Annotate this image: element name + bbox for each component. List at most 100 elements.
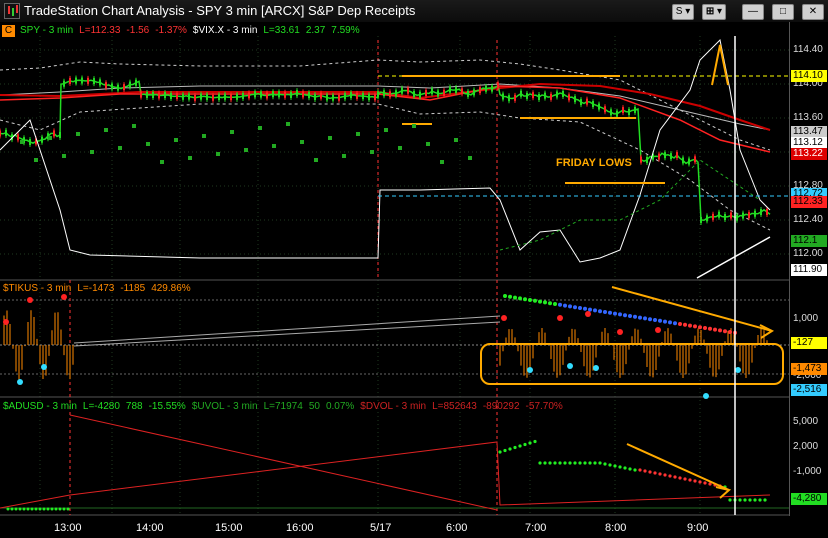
tick-dot	[683, 322, 687, 327]
tick-high-marker	[501, 315, 507, 321]
candle-body	[302, 91, 304, 98]
candle-body	[682, 157, 684, 164]
panel3-legend-item: $DVOL - 3 min	[360, 401, 427, 412]
candle-body	[688, 158, 690, 165]
candle-body	[401, 87, 403, 94]
candle-body	[419, 91, 421, 98]
maximize-button[interactable]: □	[772, 4, 794, 20]
adusd-dot	[593, 461, 597, 465]
tick-dot	[693, 324, 697, 329]
candle-body	[218, 94, 220, 101]
panel2-legend-item: L=-1473	[77, 283, 115, 294]
candle-body	[75, 77, 77, 84]
candle-body	[308, 92, 310, 99]
tick-last-label: -2,516	[791, 384, 827, 396]
adusd-dot	[42, 507, 46, 511]
signal-dot	[132, 124, 136, 128]
signal-dot	[90, 150, 94, 154]
signal-dot	[286, 122, 290, 126]
tick-dot	[553, 302, 557, 306]
time-axis-label: 6:00	[446, 522, 468, 534]
candle-body	[59, 132, 61, 139]
workspace-link-button[interactable]: ⊞ ▾	[702, 4, 726, 20]
chart-badge[interactable]: C	[2, 25, 15, 37]
tick-low-marker	[17, 379, 23, 385]
price-tick-label: 112.40	[793, 214, 823, 225]
symbol-link-button[interactable]: S ▾	[672, 4, 694, 20]
candle-body	[63, 80, 65, 87]
adusd-dot	[58, 507, 62, 511]
tick-dot	[513, 295, 517, 300]
candle-body	[374, 94, 376, 101]
candle-body	[93, 78, 95, 85]
adusd-dot	[503, 448, 507, 453]
adusd-dot	[583, 461, 587, 465]
tick-dot	[518, 296, 522, 301]
candle-body	[41, 136, 43, 143]
time-axis-label: 8:00	[605, 522, 627, 534]
price-tick-label: 113.60	[793, 112, 823, 123]
adusd-dot	[10, 507, 14, 511]
tick-dot	[643, 316, 647, 321]
tick-dot	[673, 321, 677, 326]
chart-canvas[interactable]	[0, 22, 789, 516]
tick-low-marker	[41, 364, 47, 370]
panel3-legend-item: $ADUSD - 3 min	[3, 401, 77, 412]
minimize-button[interactable]: —	[742, 4, 764, 20]
candle-body	[407, 87, 409, 94]
panel3-legend: $ADUSD - 3 min L=-4280 788 -15.55% $UVOL - 3…	[3, 401, 569, 412]
adusd-dot	[683, 477, 687, 481]
signal-dot	[104, 128, 108, 132]
tick-dot	[618, 312, 622, 317]
panel1-legend-item: -1.56	[126, 25, 150, 36]
symbol-link-label: S	[675, 6, 683, 17]
candle-body	[622, 107, 624, 114]
close-button[interactable]: ✕	[802, 4, 824, 20]
signal-dot	[76, 132, 80, 136]
tick-axis-label: 1,000	[793, 313, 819, 324]
adusd-dot	[513, 445, 517, 450]
candle-body	[712, 213, 714, 220]
adusd-dot	[633, 468, 637, 472]
panel3-legend-item: L=-4280	[82, 401, 120, 412]
candle-body	[158, 92, 160, 99]
signal-dot	[202, 134, 206, 138]
candle-body	[514, 94, 516, 101]
price-tick-label: 112.00	[793, 248, 823, 259]
candle-body	[200, 93, 202, 100]
candle-body	[610, 109, 612, 116]
candle-body	[437, 90, 439, 97]
candle-body	[491, 85, 493, 92]
candle-body	[296, 90, 298, 97]
tick-dot	[613, 311, 617, 316]
panel1-legend-item: $VIX.X - 3 min	[192, 25, 258, 36]
panel3-legend-item: 788	[125, 401, 143, 412]
candle-body	[628, 108, 630, 115]
adusd-dot	[558, 461, 562, 465]
adusd-dot	[688, 478, 692, 482]
candle-body	[290, 91, 292, 98]
candle-body	[326, 94, 328, 101]
candle-body	[754, 210, 756, 217]
panel3-legend-item: -15.55%	[148, 401, 186, 412]
tick-dot	[538, 299, 542, 304]
price-label: 112.33	[791, 196, 827, 208]
candle-body	[182, 93, 184, 100]
tick-dot	[653, 318, 657, 322]
candle-body	[105, 82, 107, 89]
candle-body	[395, 90, 397, 97]
panel3-legend-item: L=852643	[432, 401, 477, 412]
panel2-legend-item: 429.86%	[151, 283, 191, 294]
adusd-dot	[538, 461, 542, 465]
candle-body	[592, 101, 594, 108]
signal-dot	[356, 132, 360, 136]
signal-dot	[146, 142, 150, 146]
price-label: 113.22	[791, 148, 827, 160]
breadth-axis-label: 2,000	[793, 441, 819, 452]
candle-body	[266, 92, 268, 99]
candle-body	[123, 84, 125, 91]
window-title: TradeStation Chart Analysis - SPY 3 min …	[24, 3, 416, 18]
time-axis-label: 13:00	[54, 522, 82, 534]
tick-dot	[533, 298, 537, 303]
title-bar[interactable]: TradeStation Chart Analysis - SPY 3 min …	[0, 0, 828, 23]
